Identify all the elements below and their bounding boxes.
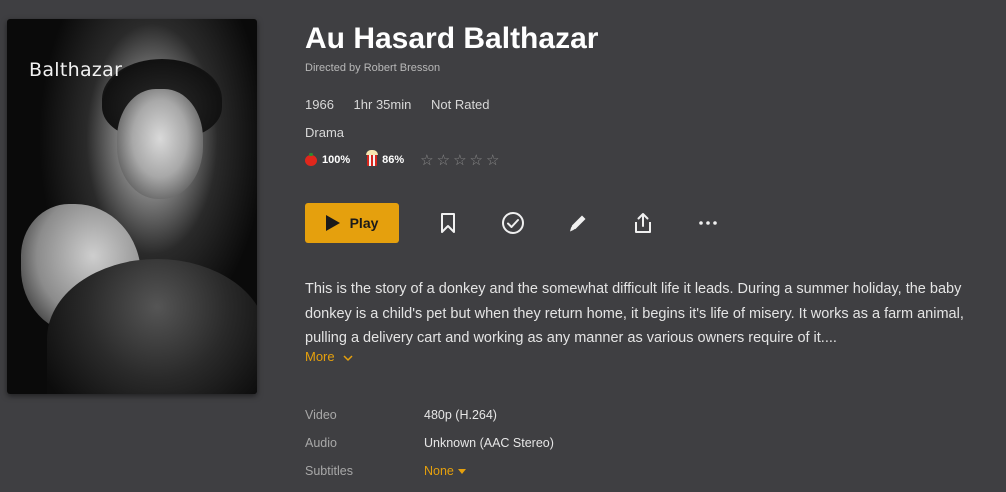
poster-face xyxy=(117,89,203,199)
movie-poster[interactable]: Balthazar xyxy=(7,19,257,394)
ratings-row: 100% 86% ☆ ☆ ☆ ☆ ☆ xyxy=(305,150,499,169)
play-label: Play xyxy=(349,215,379,231)
star-icon[interactable]: ☆ xyxy=(453,151,466,169)
video-value: 480p (H.264) xyxy=(424,408,497,422)
movie-summary: This is the story of a donkey and the so… xyxy=(305,281,964,346)
action-bar: Play xyxy=(305,203,724,243)
genre[interactable]: Drama xyxy=(305,125,344,140)
play-icon xyxy=(325,215,340,231)
critic-score: 100% xyxy=(322,154,351,166)
star-icon[interactable]: ☆ xyxy=(437,151,450,169)
edit-button[interactable] xyxy=(562,207,594,239)
subtitles-label: Subtitles xyxy=(305,464,353,478)
more-icon xyxy=(699,221,717,225)
chevron-down-icon xyxy=(343,355,353,361)
more-options-button[interactable] xyxy=(692,207,724,239)
star-icon[interactable]: ☆ xyxy=(470,151,483,169)
runtime: 1hr 35min xyxy=(353,97,412,112)
star-icon[interactable]: ☆ xyxy=(420,151,433,169)
audio-value: Unknown (AAC Stereo) xyxy=(424,436,554,450)
pencil-icon xyxy=(570,215,586,232)
more-label: More xyxy=(305,349,335,364)
audio-row: Audio Unknown (AAC Stereo) xyxy=(305,429,554,457)
mark-watched-button[interactable] xyxy=(497,207,529,239)
audio-label: Audio xyxy=(305,436,337,450)
movie-title: Au Hasard Balthazar xyxy=(305,22,599,55)
content-rating: Not Rated xyxy=(430,97,490,112)
poster-title-text: Balthazar xyxy=(29,59,123,81)
popcorn-icon xyxy=(366,150,379,166)
play-button[interactable]: Play xyxy=(305,203,399,243)
user-rating-stars[interactable]: ☆ ☆ ☆ ☆ ☆ xyxy=(420,151,499,169)
share-button[interactable] xyxy=(627,207,659,239)
more-toggle[interactable]: More xyxy=(305,349,354,364)
watchlist-button[interactable] xyxy=(432,207,464,239)
movie-meta: 1966 1hr 35min Not Rated xyxy=(305,97,506,112)
video-row: Video 480p (H.264) xyxy=(305,401,554,429)
audience-score: 86% xyxy=(382,154,405,166)
subtitles-value: None xyxy=(424,464,454,478)
check-circle-icon xyxy=(502,212,524,234)
share-icon xyxy=(635,213,651,233)
subtitles-dropdown[interactable]: None xyxy=(424,464,466,478)
director-line[interactable]: Directed by Robert Bresson xyxy=(305,62,440,74)
media-info: Video 480p (H.264) Audio Unknown (AAC St… xyxy=(305,401,554,485)
star-icon[interactable]: ☆ xyxy=(486,151,499,169)
video-label: Video xyxy=(305,408,337,422)
release-year: 1966 xyxy=(305,97,334,112)
bookmark-icon xyxy=(441,213,455,233)
caret-down-icon xyxy=(457,469,466,475)
tomato-icon xyxy=(305,152,317,166)
subtitles-row: Subtitles None xyxy=(305,457,554,485)
